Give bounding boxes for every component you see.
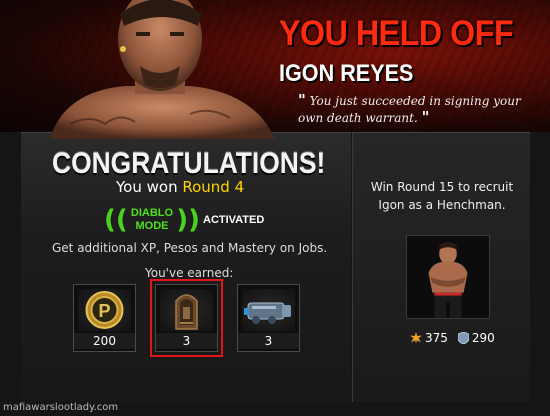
diablo-mode-line2: MODE bbox=[135, 220, 169, 232]
enemy-portrait bbox=[50, 0, 275, 139]
reward-count: 200 bbox=[74, 333, 135, 349]
defense-stat: 290 bbox=[457, 331, 495, 345]
reward-count: 3 bbox=[156, 333, 217, 349]
reward-pesos[interactable]: P 200 bbox=[73, 284, 136, 352]
earned-label: You've earned: bbox=[145, 266, 234, 280]
plaque-item-icon bbox=[160, 289, 213, 331]
svg-text:P: P bbox=[98, 301, 110, 321]
attack-value: 375 bbox=[425, 331, 448, 345]
result-popup: YOU HELD OFF IGON REYES " You just succe… bbox=[0, 0, 550, 416]
reward-count: 3 bbox=[238, 333, 299, 349]
diablo-mode-line1: DIABLO bbox=[130, 207, 174, 219]
enemy-name: IGON REYES bbox=[279, 60, 414, 87]
cannon-part-icon bbox=[242, 289, 295, 331]
pesos-coin-icon: P bbox=[78, 289, 131, 331]
bonus-description: Get additional XP, Pesos and Mastery on … bbox=[52, 241, 328, 255]
henchman-portrait[interactable] bbox=[406, 235, 490, 319]
quote-text: You just succeeded in signing your own d… bbox=[298, 94, 521, 125]
enemy-quote: " You just succeeded in signing your own… bbox=[298, 92, 543, 126]
watermark: mafiawarslootlady.com bbox=[3, 402, 119, 413]
round-result: You won Round 4 bbox=[116, 178, 244, 196]
diablo-mode-label: DIABLO MODE bbox=[122, 207, 182, 233]
defense-shield-icon bbox=[457, 332, 469, 344]
diablo-mode-badge: (( DIABLO MODE )) bbox=[104, 206, 200, 236]
reward-plaque[interactable]: 3 bbox=[150, 279, 223, 357]
round-number: Round 4 bbox=[182, 178, 245, 196]
congratulations-title: CONGRATULATIONS! bbox=[52, 147, 326, 180]
quote-close: " bbox=[421, 108, 430, 126]
diablo-right-bracket-icon: )) bbox=[176, 205, 200, 235]
headline: YOU HELD OFF bbox=[279, 14, 514, 53]
won-prefix: You won bbox=[116, 178, 178, 196]
attack-burst-icon bbox=[410, 332, 422, 344]
mode-status: ACTIVATED bbox=[203, 214, 265, 226]
henchman-stats: 375 290 bbox=[410, 331, 501, 345]
henchman-figure-icon bbox=[407, 236, 489, 318]
defense-value: 290 bbox=[471, 331, 495, 345]
attack-stat: 375 bbox=[410, 331, 448, 345]
recruit-instructions: Win Round 15 to recruit Igon as a Henchm… bbox=[370, 180, 514, 212]
reward-cannon[interactable]: 3 bbox=[237, 284, 300, 352]
quote-open: " bbox=[298, 91, 306, 109]
